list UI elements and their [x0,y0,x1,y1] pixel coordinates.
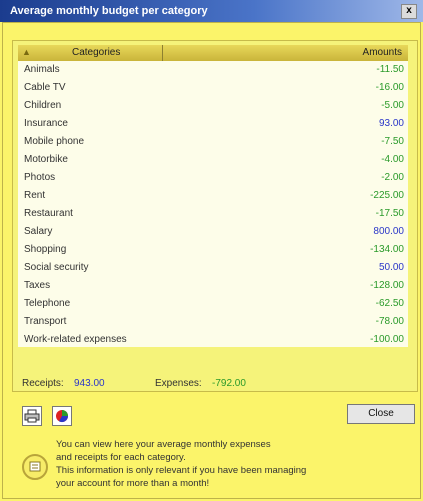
info-line: your account for more than a month! [56,478,210,489]
table-row[interactable]: Mobile phone -7.50 [18,133,408,151]
row-amount: -225.00 [370,190,404,201]
row-amount: -4.00 [381,154,404,165]
sort-asc-icon[interactable]: ▲ [22,47,31,57]
row-category: Photos [24,172,56,183]
expenses-label: Expenses: [155,378,202,389]
table-row[interactable]: Cable TV -16.00 [18,79,408,97]
row-amount: -134.00 [370,244,404,255]
expenses-value: -792.00 [212,378,246,389]
category-list[interactable]: Animals -11.50 Cable TV -16.00 Children -5.… [18,61,408,347]
categories-header-label: Categories [72,47,121,58]
row-amount: -62.50 [375,298,404,309]
row-category: Salary [24,226,53,237]
info-line: This information is only relevant if you… [56,465,307,476]
table-row[interactable]: Shopping -134.00 [18,241,408,259]
window-close-button[interactable]: x [401,4,417,19]
row-amount: -16.00 [375,82,404,93]
row-amount: -2.00 [381,172,404,183]
table-row[interactable]: Children -5.00 [18,97,408,115]
row-amount: 50.00 [378,262,404,273]
row-amount: -11.50 [376,64,404,75]
table-row[interactable]: Transport -78.00 [18,313,408,331]
table-row[interactable]: Telephone -62.50 [18,295,408,313]
table-row[interactable]: Motorbike -4.00 [18,151,408,169]
row-category: Cable TV [24,82,66,93]
row-category: Restaurant [24,208,73,219]
row-category: Taxes [24,280,51,291]
receipts-label: Receipts: [22,378,64,389]
row-category: Work-related expenses [24,334,127,345]
row-category: Motorbike [24,154,68,165]
row-amount: 93.00 [378,118,404,129]
table-row[interactable]: Photos -2.00 [18,169,408,187]
table-row[interactable]: Rent -225.00 [18,187,408,205]
chart-button[interactable] [52,406,72,426]
pie-chart-icon [56,410,68,423]
table-row[interactable]: Salary 800.00 [18,223,408,241]
window-title: Average monthly budget per category [10,5,208,17]
row-category: Insurance [24,118,68,129]
row-category: Children [24,100,62,111]
row-category: Shopping [24,244,67,255]
row-category: Animals [24,64,60,75]
row-amount: 800.00 [373,226,404,237]
row-category: Mobile phone [24,136,85,147]
row-category: Rent [24,190,46,201]
receipts-value: 943.00 [74,378,105,389]
row-amount: -5.00 [381,100,404,111]
row-amount: -17.50 [375,208,404,219]
close-button[interactable]: Close [347,404,415,424]
table-header: ▲ Categories Amounts [18,45,408,62]
table-row[interactable]: Insurance 93.00 [18,115,408,133]
row-amount: -100.00 [370,334,404,345]
table-row[interactable]: Taxes -128.00 [18,277,408,295]
table-row[interactable]: Animals -11.50 [18,61,408,79]
row-amount: -128.00 [370,280,404,291]
row-category: Transport [24,316,67,327]
window-titlebar: Average monthly budget per category x [0,0,423,22]
row-category: Telephone [24,298,71,309]
row-category: Social security [24,262,89,273]
info-line: and receipts for each category. [56,452,186,463]
info-line: You can view here your average monthly e… [56,439,271,450]
info-icon [22,454,48,480]
amounts-header-label[interactable]: Amounts [363,47,402,58]
print-button[interactable] [22,406,42,426]
table-row[interactable]: Work-related expenses -100.00 [18,331,408,349]
table-row[interactable]: Restaurant -17.50 [18,205,408,223]
print-icon [24,409,40,423]
row-amount: -7.50 [381,136,404,147]
info-text: You can view here your average monthly e… [56,438,406,490]
table-row[interactable]: Social security 50.00 [18,259,408,277]
column-header-categories[interactable]: ▲ Categories [18,45,163,61]
row-amount: -78.00 [375,316,404,327]
